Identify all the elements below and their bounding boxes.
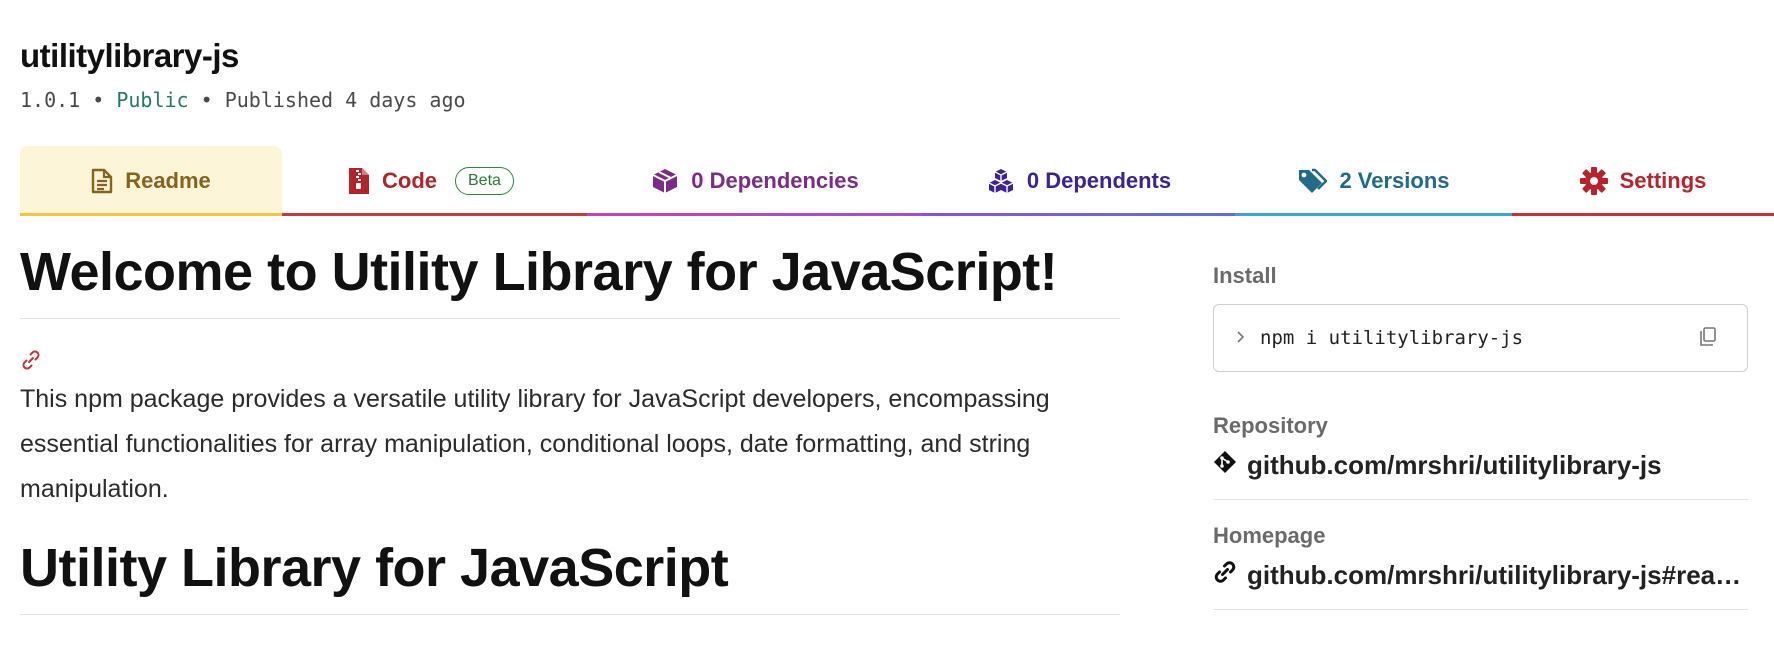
file-text-icon	[91, 168, 113, 194]
tab-dependencies-label: 0 Dependencies	[691, 168, 859, 193]
gear-icon	[1579, 167, 1608, 195]
link-icon[interactable]	[20, 349, 1120, 371]
tags-icon	[1297, 168, 1328, 194]
chevron-right-icon	[1236, 328, 1246, 349]
package-title: utilitylibrary-js	[20, 37, 239, 74]
install-command[interactable]: npm i utilitylibrary-js	[1260, 327, 1523, 349]
meta-separator: •	[80, 88, 117, 112]
boxes-icon	[987, 168, 1015, 194]
homepage-link[interactable]: github.com/mrshri/utilitylibrary-js#rea…	[1213, 560, 1748, 591]
tab-code-label: Code	[382, 168, 437, 193]
tab-dependents-underline	[923, 213, 1235, 216]
tab-dependencies-underline	[587, 213, 923, 216]
homepage-section: Homepage github.com/mrshri/utilitylibrar…	[1213, 522, 1748, 610]
box-icon	[651, 167, 679, 195]
package-visibility: Public	[116, 88, 189, 112]
tab-dependents[interactable]: 0 Dependents	[923, 146, 1235, 216]
tab-versions-label: 2 Versions	[1339, 168, 1450, 193]
meta-separator: •	[188, 88, 225, 112]
homepage-url[interactable]: github.com/mrshri/utilitylibrary-js#rea…	[1247, 560, 1741, 591]
git-icon	[1213, 450, 1237, 481]
package-meta: 1.0.1 • Public • Published 4 days ago	[20, 88, 466, 112]
tab-readme-underline	[20, 213, 282, 216]
package-version: 1.0.1	[20, 88, 81, 112]
install-command-box[interactable]: npm i utilitylibrary-js	[1213, 304, 1748, 372]
readme-description: This npm package provides a versatile ut…	[20, 385, 1050, 503]
copy-icon[interactable]	[1699, 327, 1717, 352]
package-sidebar: Install npm i utilitylibrary-js Reposito…	[1213, 262, 1748, 610]
repository-link[interactable]: github.com/mrshri/utilitylibrary-js	[1213, 450, 1748, 481]
repository-section: Repository github.com/mrshri/utilitylibr…	[1213, 412, 1748, 500]
tab-dependencies[interactable]: 0 Dependencies	[587, 146, 923, 216]
tab-readme[interactable]: Readme	[20, 146, 282, 216]
repository-label: Repository	[1213, 413, 1328, 438]
tab-settings[interactable]: Settings	[1512, 146, 1774, 216]
package-tabs: Readme Code Beta 0 Dependencies 0 Depend…	[20, 146, 1774, 216]
tab-versions[interactable]: 2 Versions	[1235, 146, 1512, 216]
repository-url[interactable]: github.com/mrshri/utilitylibrary-js	[1247, 450, 1662, 481]
tab-settings-label: Settings	[1619, 168, 1707, 193]
readme-heading-library: Utility Library for JavaScript	[20, 536, 1120, 615]
package-header: utilitylibrary-js 1.0.1 • Public • Publi…	[20, 36, 466, 112]
readme-content: Welcome to Utility Library for JavaScrip…	[20, 240, 1120, 615]
beta-badge: Beta	[455, 167, 514, 195]
link-icon	[1213, 560, 1237, 591]
homepage-label: Homepage	[1213, 523, 1326, 548]
tab-versions-underline	[1235, 213, 1512, 216]
tab-settings-underline	[1512, 213, 1774, 216]
readme-heading-welcome: Welcome to Utility Library for JavaScrip…	[20, 240, 1120, 319]
tab-code-underline	[282, 213, 587, 216]
tab-dependents-label: 0 Dependents	[1026, 168, 1172, 193]
install-label: Install	[1213, 263, 1277, 288]
file-zip-icon	[348, 167, 370, 195]
tab-readme-label: Readme	[125, 168, 211, 193]
tab-code[interactable]: Code Beta	[282, 146, 587, 216]
package-published: Published 4 days ago	[224, 88, 466, 112]
install-section: Install npm i utilitylibrary-js	[1213, 262, 1748, 372]
